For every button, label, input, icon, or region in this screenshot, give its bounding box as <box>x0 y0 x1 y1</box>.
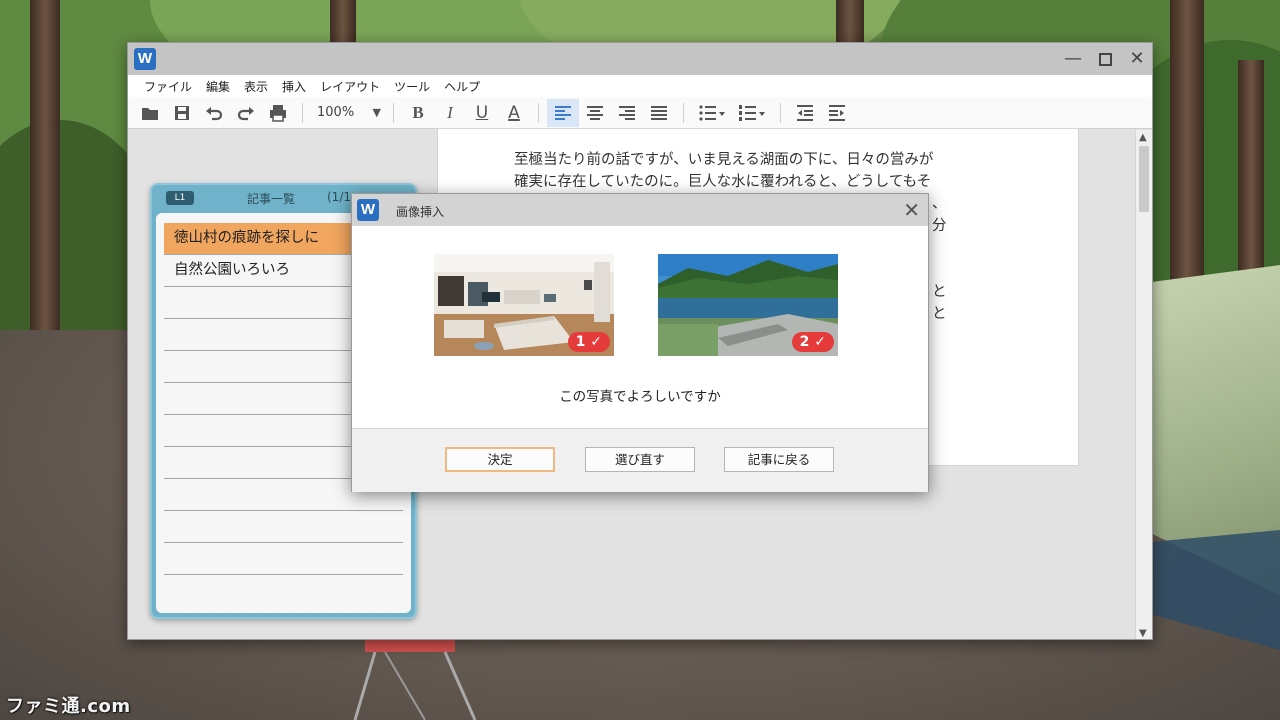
title-bar: W — ✕ <box>128 43 1152 75</box>
article-list-title: 記事一覧 <box>247 192 296 206</box>
menu-edit[interactable]: 編集 <box>206 78 230 95</box>
close-window-button[interactable]: ✕ <box>1126 49 1148 69</box>
toolbar: 100% ▼ B I U A <box>128 97 1152 129</box>
l1-button-badge[interactable]: L1 <box>166 191 194 205</box>
document-line-fragment: 、 <box>932 196 947 212</box>
scroll-down-icon[interactable]: ▼ <box>1139 628 1147 639</box>
redo-icon[interactable] <box>230 99 262 127</box>
scroll-up-icon[interactable]: ▲ <box>1139 132 1147 143</box>
menu-insert[interactable]: 挿入 <box>282 78 306 95</box>
indent-icon[interactable] <box>821 99 853 127</box>
outdent-icon[interactable] <box>789 99 821 127</box>
reselect-button[interactable]: 選び直す <box>585 447 695 472</box>
menu-tools[interactable]: ツール <box>394 78 430 95</box>
photo-thumbnail-lake[interactable]: 2 ✓ <box>658 254 838 356</box>
confirm-button[interactable]: 決定 <box>445 447 555 472</box>
selection-check-badge: 1 ✓ <box>567 332 610 352</box>
maximize-button[interactable] <box>1094 49 1116 69</box>
save-icon[interactable] <box>166 99 198 127</box>
document-line-fragment: 分 <box>932 218 947 234</box>
toolbar-divider <box>683 102 684 123</box>
camp-stove-image <box>353 638 477 720</box>
numbered-list-icon[interactable] <box>732 99 772 127</box>
list-item[interactable] <box>164 511 403 543</box>
menu-file[interactable]: ファイル <box>144 78 192 95</box>
toolbar-divider <box>302 102 303 123</box>
underline-icon[interactable]: U <box>466 99 498 127</box>
menu-view[interactable]: 表示 <box>244 78 268 95</box>
scroll-thumb[interactable] <box>1139 146 1149 212</box>
confirmation-question: この写真でよろしいですか <box>559 389 721 405</box>
menu-help[interactable]: ヘルプ <box>444 78 480 95</box>
document-line-fragment: と <box>932 284 947 300</box>
align-justify-icon[interactable] <box>643 99 675 127</box>
list-item[interactable] <box>164 543 403 575</box>
document-line: 至極当たり前の話ですが、いま見える湖面の下に、日々の営みが <box>514 152 934 168</box>
font-color-icon[interactable]: A <box>498 99 530 127</box>
undo-icon[interactable] <box>198 99 230 127</box>
menu-layout[interactable]: レイアウト <box>320 78 380 95</box>
back-to-article-button[interactable]: 記事に戻る <box>724 447 834 472</box>
italic-icon[interactable]: I <box>434 99 466 127</box>
align-right-icon[interactable] <box>611 99 643 127</box>
bullet-list-icon[interactable] <box>692 99 732 127</box>
align-center-icon[interactable] <box>579 99 611 127</box>
toolbar-divider <box>393 102 394 123</box>
zoom-value: 100% <box>317 105 355 120</box>
watermark-logo: ファミ通.com <box>6 696 131 717</box>
align-left-icon[interactable] <box>547 98 579 127</box>
dialog-title-bar: W 画像挿入 ✕ <box>352 194 928 226</box>
menu-bar: ファイル 編集 表示 挿入 レイアウト ツール ヘルプ <box>128 75 1152 97</box>
close-icon[interactable]: ✕ <box>903 198 920 222</box>
print-icon[interactable] <box>262 99 294 127</box>
bold-icon[interactable]: B <box>402 99 434 127</box>
app-logo-icon: W <box>134 48 156 70</box>
zoom-select[interactable]: 100% ▼ <box>311 101 385 125</box>
minimize-button[interactable]: — <box>1062 49 1084 69</box>
vertical-scrollbar[interactable]: ▲ ▼ <box>1135 130 1152 639</box>
document-line-fragment: と <box>932 306 947 322</box>
photo-thumbnail-museum[interactable]: 1 ✓ <box>434 254 614 356</box>
app-logo-icon: W <box>357 199 379 221</box>
chevron-down-icon: ▼ <box>372 106 381 119</box>
document-line: 確実に存在していたのに。巨人な水に覆われると、どうしてもそ <box>514 174 932 190</box>
toolbar-divider <box>780 102 781 123</box>
selection-check-badge: 2 ✓ <box>791 332 834 352</box>
dialog-title: 画像挿入 <box>396 205 445 219</box>
image-insert-dialog: W 画像挿入 ✕ 1 ✓ 2 ✓ この写真でよろしいですか 決定 選び直す 記事… <box>351 193 929 492</box>
open-folder-icon[interactable] <box>134 99 166 127</box>
article-list-page-count: (1/1 <box>327 190 351 204</box>
dialog-footer: 決定 選び直す 記事に戻る <box>352 428 928 492</box>
toolbar-divider <box>538 102 539 123</box>
